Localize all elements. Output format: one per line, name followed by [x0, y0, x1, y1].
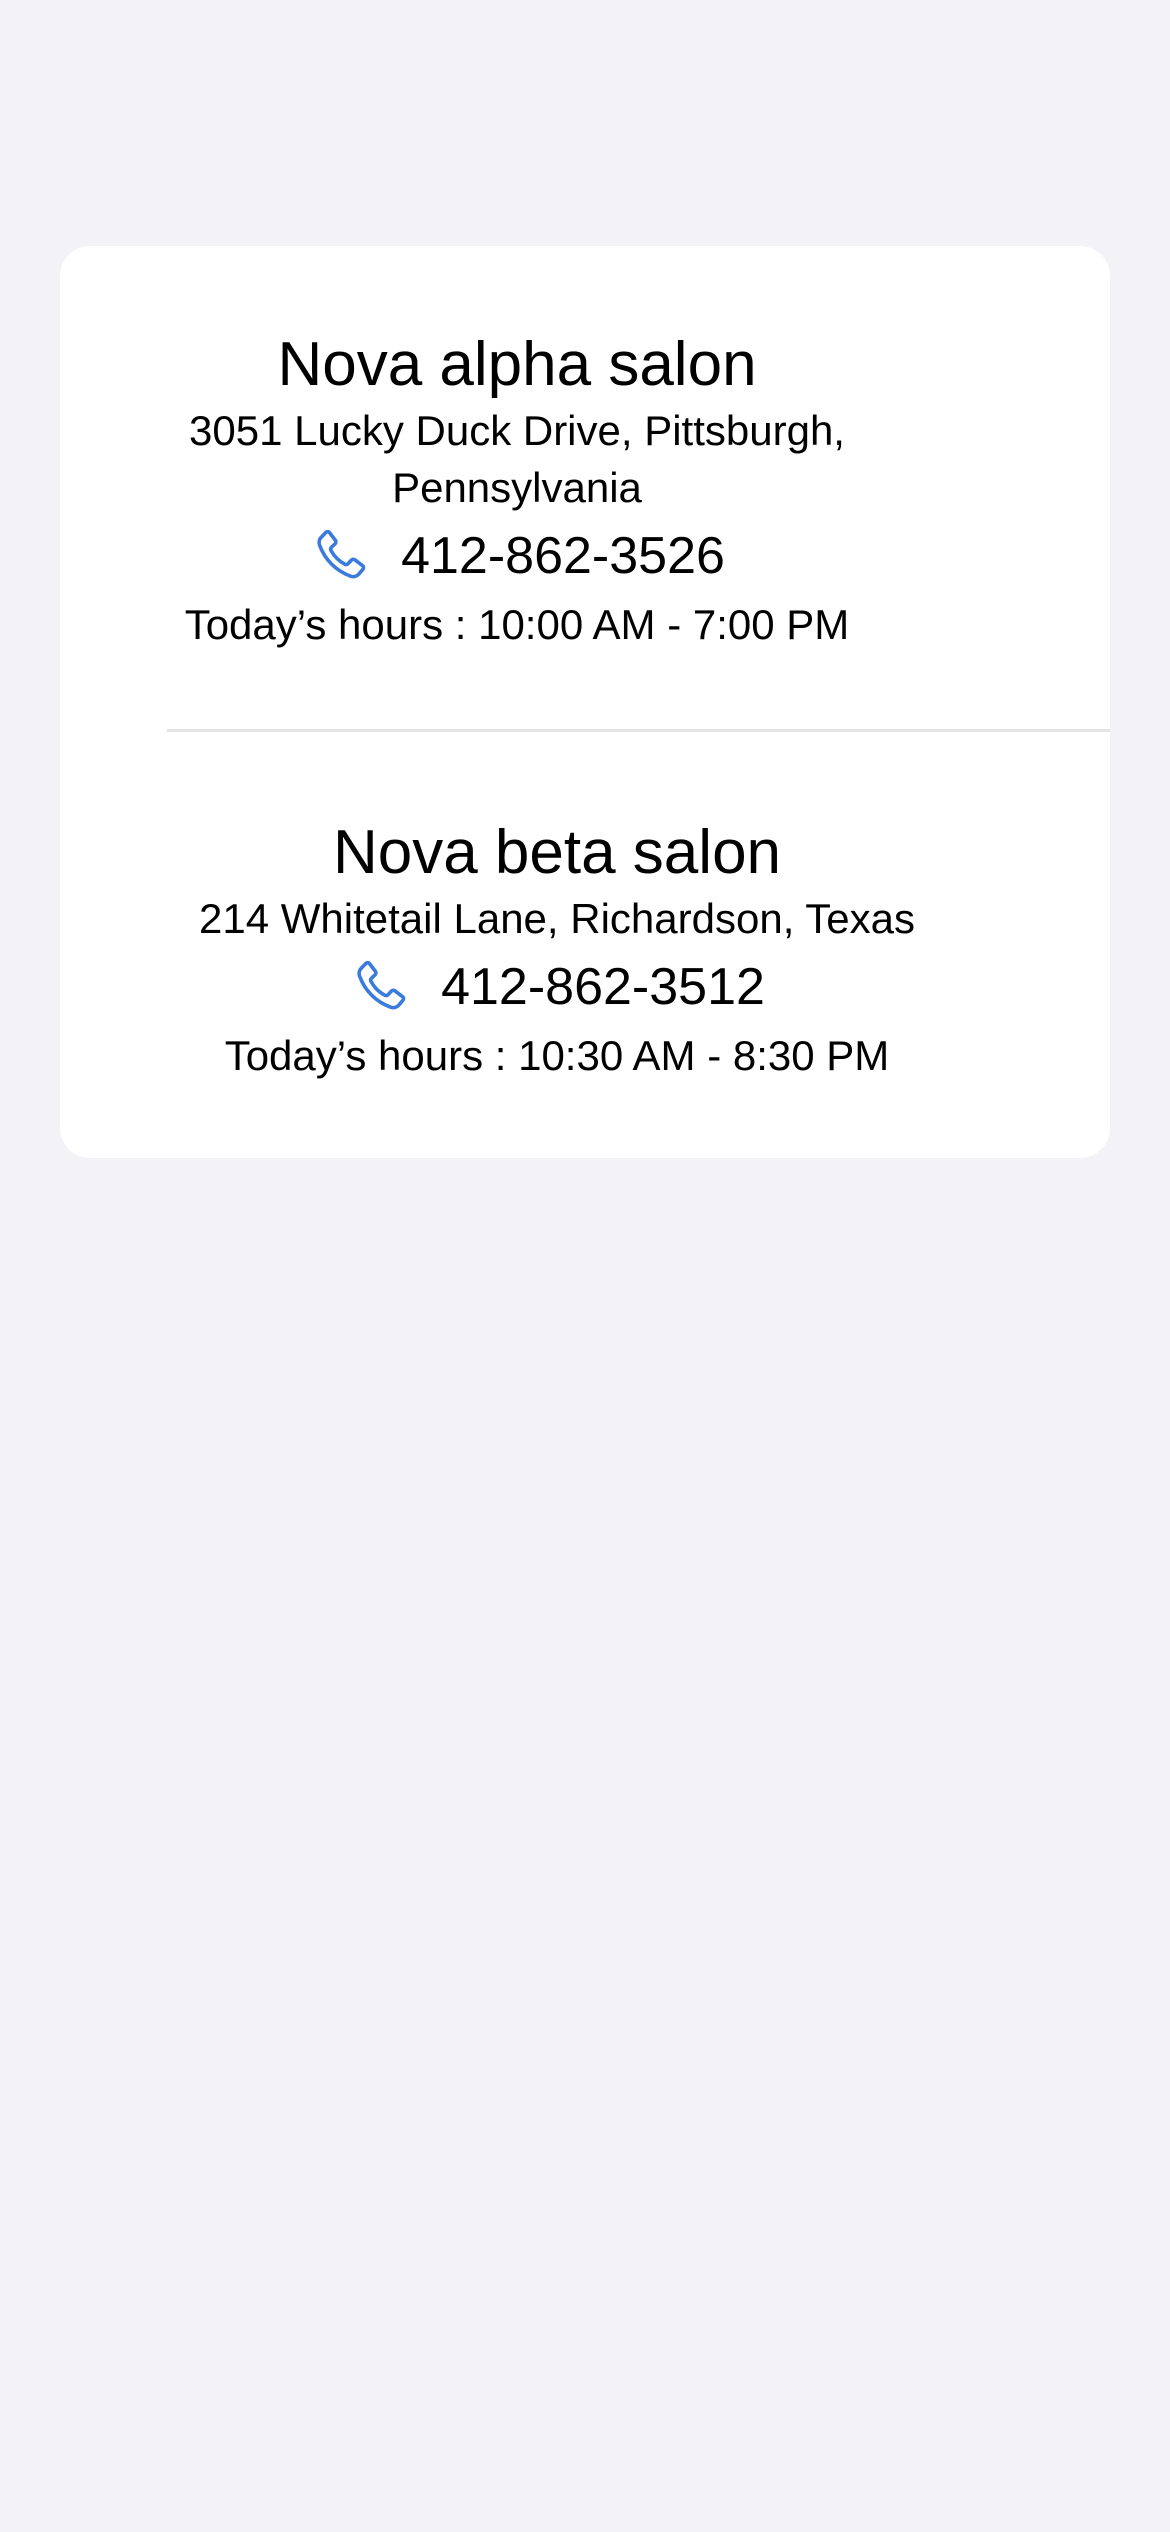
phone-row[interactable]: 412-862-3512 — [82, 953, 1032, 1021]
phone-number[interactable]: 412-862-3512 — [441, 956, 765, 1018]
phone-row[interactable]: 412-862-3526 — [60, 522, 974, 590]
salon-card-content: Nova alpha salon 3051 Lucky Duck Drive, … — [60, 328, 974, 654]
salon-card-content: Nova beta salon 214 Whitetail Lane, Rich… — [82, 816, 1032, 1085]
salon-card[interactable]: Nova beta salon 214 Whitetail Lane, Rich… — [60, 732, 1110, 1158]
salon-card[interactable]: Nova alpha salon 3051 Lucky Duck Drive, … — [60, 246, 1110, 732]
salon-list: Nova alpha salon 3051 Lucky Duck Drive, … — [60, 246, 1110, 1158]
salon-address: 3051 Lucky Duck Drive, Pittsburgh, Penns… — [189, 407, 845, 511]
phone-number[interactable]: 412-862-3526 — [401, 525, 725, 587]
phone-icon[interactable] — [309, 525, 371, 587]
phone-icon[interactable] — [349, 956, 411, 1018]
salon-name: Nova alpha salon — [277, 330, 757, 399]
salon-name: Nova beta salon — [332, 818, 782, 887]
salon-hours: Today’s hours : 10:00 AM - 7:00 PM — [184, 601, 850, 648]
salon-address: 214 Whitetail Lane, Richardson, Texas — [199, 895, 915, 942]
salon-hours: Today’s hours : 10:30 AM - 8:30 PM — [224, 1032, 890, 1079]
